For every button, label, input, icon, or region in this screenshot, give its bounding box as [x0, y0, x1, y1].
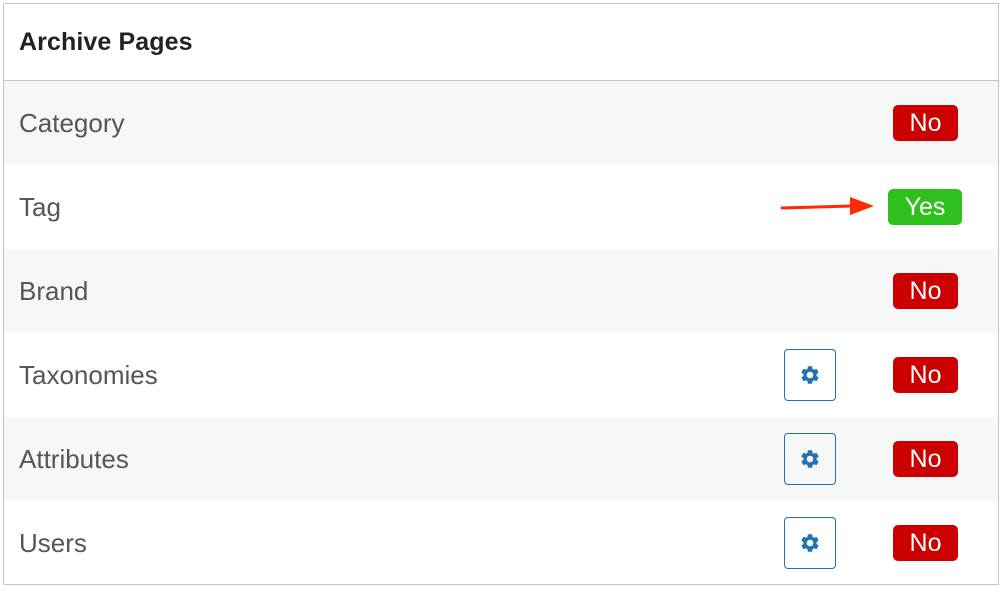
- row-label: Users: [19, 527, 87, 558]
- status-badge[interactable]: Yes: [888, 189, 962, 225]
- archive-pages-panel: Archive Pages Category No Tag Yes Brand …: [3, 3, 999, 585]
- row-label: Tag: [19, 191, 61, 222]
- taxonomies-settings-button[interactable]: [784, 349, 836, 401]
- row-users: Users No: [4, 501, 998, 585]
- gear-icon: [801, 366, 819, 384]
- status-badge[interactable]: No: [893, 105, 958, 141]
- row-taxonomies: Taxonomies No: [4, 333, 998, 417]
- row-tag: Tag Yes: [4, 165, 998, 249]
- row-category: Category No: [4, 81, 998, 165]
- row-label: Taxonomies: [19, 359, 158, 390]
- row-brand: Brand No: [4, 249, 998, 333]
- status-badge[interactable]: No: [893, 357, 958, 393]
- row-label: Brand: [19, 275, 89, 306]
- row-label: Attributes: [19, 443, 129, 474]
- row-attributes: Attributes No: [4, 417, 998, 501]
- arrow-right-icon: [780, 197, 874, 215]
- row-label: Category: [19, 107, 125, 138]
- status-badge[interactable]: No: [893, 273, 958, 309]
- attributes-settings-button[interactable]: [784, 433, 836, 485]
- gear-icon: [801, 534, 819, 552]
- users-settings-button[interactable]: [784, 517, 836, 569]
- panel-header: Archive Pages: [4, 4, 998, 81]
- panel-title: Archive Pages: [19, 27, 193, 56]
- status-badge[interactable]: No: [893, 525, 958, 561]
- status-badge[interactable]: No: [893, 441, 958, 477]
- gear-icon: [801, 450, 819, 468]
